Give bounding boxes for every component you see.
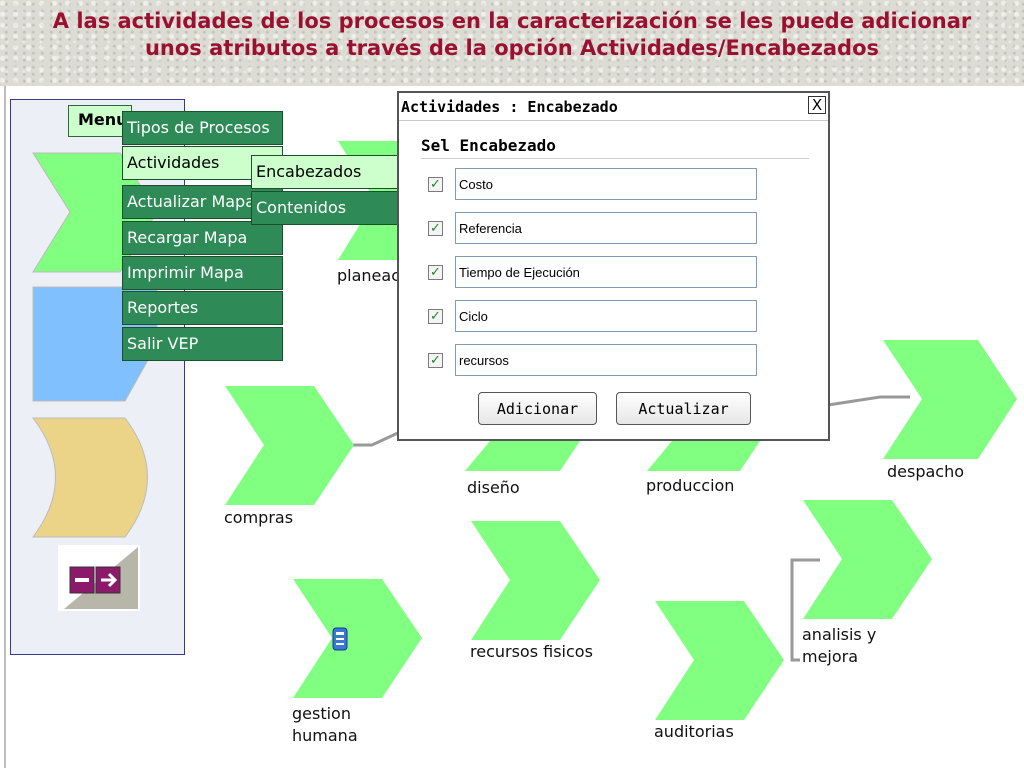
process-diseno-shape[interactable] [462, 439, 582, 473]
process-compras-label: compras [224, 508, 294, 527]
process-planeacion-label: planeac [337, 266, 400, 285]
process-diseno-label: diseño [467, 478, 520, 497]
field-referencia[interactable]: Referencia [455, 212, 757, 244]
update-button[interactable]: Actualizar [616, 392, 751, 425]
document-icon[interactable] [330, 626, 350, 652]
exit-button[interactable] [58, 545, 140, 611]
process-recursos-label: recursos fisicos [470, 642, 593, 661]
process-recursos-shape[interactable] [468, 518, 603, 643]
connector-compras-diseno [350, 430, 401, 447]
submenu-item-encabezados[interactable]: Encabezados [251, 155, 410, 189]
process-despacho-label: despacho [887, 462, 965, 481]
field-ciclo[interactable]: Ciclo [455, 300, 757, 332]
process-produccion-label: produccion [646, 476, 735, 495]
process-auditorias-label: auditorias [654, 722, 734, 741]
palette-tan-shape[interactable] [30, 415, 170, 540]
dialog-titlebar[interactable]: Actividades : Encabezado X [399, 93, 828, 121]
section-divider [421, 158, 809, 159]
submenu-item-contenidos[interactable]: Contenidos [251, 191, 410, 225]
process-despacho-shape[interactable] [880, 337, 1020, 462]
process-analisis-label-1: analisis y [802, 625, 877, 644]
process-analisis-shape[interactable] [800, 497, 935, 622]
field-recursos[interactable]: recursos [455, 344, 757, 376]
checkbox-referencia[interactable]: ✓ [428, 221, 443, 236]
menu-item-tipos-de-procesos[interactable]: Tipos de Procesos [122, 111, 283, 145]
field-tiempo-de-ejecucion[interactable]: Tiempo de Ejecución [455, 256, 757, 288]
checkbox-ciclo[interactable]: ✓ [428, 309, 443, 324]
process-gestion-shape[interactable] [290, 576, 425, 701]
add-button[interactable]: Adicionar [478, 392, 597, 425]
process-produccion-shape[interactable] [644, 439, 762, 473]
checkbox-recursos[interactable]: ✓ [428, 353, 443, 368]
process-auditorias-shape[interactable] [652, 598, 787, 723]
menu-item-reportes[interactable]: Reportes [122, 291, 283, 325]
close-button[interactable]: X [808, 96, 826, 114]
dialog-title: Actividades : Encabezado [401, 98, 618, 116]
checkbox-tiempo-de-ejecucion[interactable]: ✓ [428, 265, 443, 280]
process-gestion-label-2: humana [292, 726, 358, 745]
section-label: Sel Encabezado [421, 136, 556, 155]
menu-item-salir-vep[interactable]: Salir VEP [122, 327, 283, 361]
process-compras-shape[interactable] [222, 383, 357, 508]
encabezado-dialog: Actividades : Encabezado X Sel Encabezad… [397, 91, 830, 441]
process-gestion-label-1: gestion [292, 704, 351, 723]
menu-item-imprimir-mapa[interactable]: Imprimir Mapa [122, 256, 283, 290]
menu-item-recargar-mapa[interactable]: Recargar Mapa [122, 221, 283, 255]
field-costo[interactable]: Costo [455, 168, 757, 200]
checkbox-costo[interactable]: ✓ [428, 177, 443, 192]
process-analisis-label-2: mejora [802, 647, 859, 666]
